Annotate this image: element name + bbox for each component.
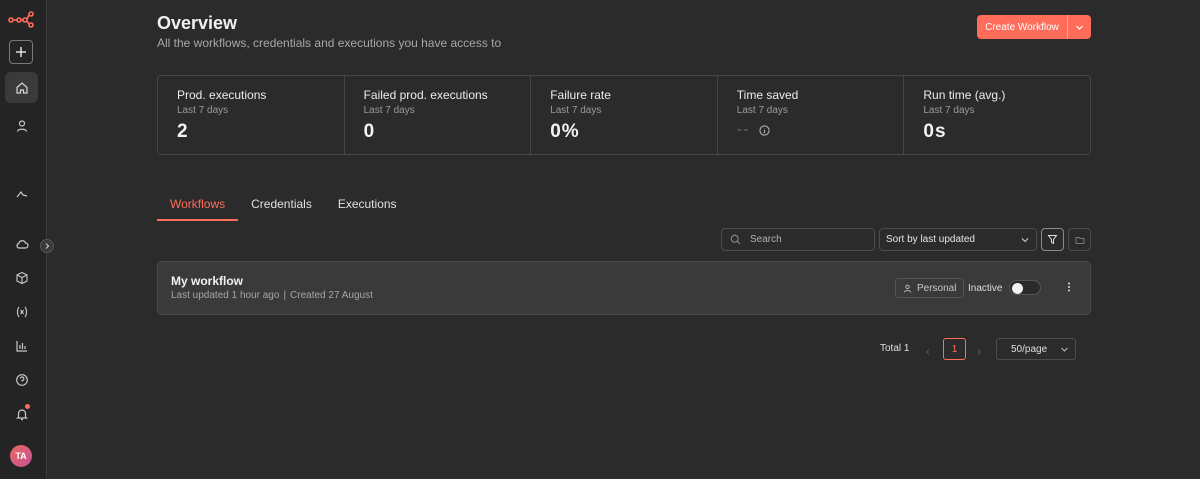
sidebar-item-help[interactable] bbox=[5, 364, 38, 395]
filter-icon bbox=[1047, 235, 1058, 245]
stat-label: Prod. executions bbox=[177, 88, 267, 102]
create-workflow-button[interactable]: Create Workflow bbox=[977, 15, 1067, 39]
info-icon[interactable] bbox=[759, 124, 771, 136]
tab-bar: Workflows Credentials Executions bbox=[157, 196, 410, 221]
prev-page-button[interactable] bbox=[924, 343, 934, 355]
tab-workflows[interactable]: Workflows bbox=[157, 196, 239, 221]
pagination-total: Total 1 bbox=[880, 343, 910, 354]
workflow-name[interactable]: My workflow bbox=[171, 274, 243, 288]
n8n-logo-icon[interactable] bbox=[8, 10, 34, 28]
stat-period: Last 7 days bbox=[363, 105, 415, 116]
cube-icon bbox=[15, 271, 28, 284]
user-icon bbox=[16, 119, 27, 132]
stat-prod-executions[interactable]: Prod. executions Last 7 days 2 bbox=[158, 76, 345, 154]
more-vertical-icon bbox=[1068, 282, 1070, 292]
search-input[interactable] bbox=[750, 234, 870, 245]
stat-value: 0% bbox=[550, 121, 580, 142]
page-title: Overview bbox=[157, 13, 238, 33]
notification-dot bbox=[25, 404, 30, 409]
page-subtitle: All the workflows, credentials and execu… bbox=[157, 36, 502, 50]
sidebar: TA bbox=[0, 0, 54, 479]
chevron-right-icon bbox=[977, 349, 982, 355]
chevron-down-icon bbox=[1076, 25, 1083, 30]
user-icon bbox=[903, 284, 912, 292]
tab-executions[interactable]: Executions bbox=[325, 196, 410, 221]
stat-run-time[interactable]: Run time (avg.) Last 7 days 0s bbox=[904, 76, 1090, 154]
plus-icon bbox=[16, 47, 26, 57]
chevron-down-icon bbox=[1021, 237, 1029, 242]
page-number-button[interactable]: 1 bbox=[943, 338, 966, 360]
sidebar-item-notifications[interactable] bbox=[5, 398, 38, 429]
stat-value: 2 bbox=[177, 121, 189, 142]
stat-period: Last 7 days bbox=[736, 105, 788, 116]
sort-select-value: Sort by last updated bbox=[886, 234, 975, 245]
meta-separator: | bbox=[283, 290, 287, 301]
toggle-knob bbox=[1012, 282, 1023, 294]
page-size-select[interactable]: 50/page bbox=[996, 338, 1076, 360]
sidebar-item-templates[interactable] bbox=[5, 178, 38, 209]
home-icon bbox=[15, 81, 28, 94]
chevron-right-icon bbox=[45, 243, 50, 249]
chevron-left-icon bbox=[925, 349, 930, 355]
stats-panel: Prod. executions Last 7 days 2 Failed pr… bbox=[157, 75, 1091, 155]
bar-chart-icon bbox=[15, 340, 27, 352]
stat-time-saved[interactable]: Time saved Last 7 days -- bbox=[718, 76, 905, 154]
new-folder-button[interactable] bbox=[1068, 228, 1091, 251]
stat-label: Time saved bbox=[736, 88, 799, 102]
sidebar-item-personal[interactable] bbox=[5, 110, 38, 141]
folder-icon bbox=[1075, 236, 1084, 244]
tab-credentials[interactable]: Credentials bbox=[238, 196, 325, 221]
workflow-meta: Last updated 1 hour ago | Created 27 Augus… bbox=[171, 290, 373, 301]
chart-line-icon bbox=[16, 190, 27, 197]
sidebar-item-cloud[interactable] bbox=[5, 228, 38, 259]
help-icon bbox=[15, 373, 28, 386]
stat-label: Failed prod. executions bbox=[363, 88, 488, 102]
owner-badge-label: Personal bbox=[917, 282, 957, 294]
stat-failure-rate[interactable]: Failure rate Last 7 days 0% bbox=[531, 76, 718, 154]
stat-value: -- bbox=[736, 121, 750, 138]
variable-icon bbox=[16, 306, 27, 317]
next-page-button[interactable] bbox=[975, 343, 985, 355]
avatar[interactable]: TA bbox=[10, 445, 32, 467]
add-button[interactable] bbox=[9, 40, 33, 64]
stat-value-wrapper: -- bbox=[737, 121, 885, 139]
sidebar-item-cube[interactable] bbox=[5, 262, 38, 293]
stat-label: Run time (avg.) bbox=[923, 88, 1006, 102]
collapse-sidebar-button[interactable] bbox=[40, 239, 54, 253]
sidebar-item-variables[interactable] bbox=[5, 296, 38, 327]
workflow-card[interactable]: My workflow Last updated 1 hour ago | Crea… bbox=[157, 261, 1091, 315]
workflow-actions-button[interactable] bbox=[1062, 280, 1076, 294]
owner-badge: Personal bbox=[895, 278, 965, 298]
sidebar-item-insights[interactable] bbox=[5, 330, 38, 361]
create-options-button[interactable] bbox=[1067, 15, 1091, 39]
page-size-value: 50/page bbox=[1011, 343, 1048, 355]
sort-select[interactable]: Sort by last updated bbox=[879, 228, 1037, 251]
stat-failed-executions[interactable]: Failed prod. executions Last 7 days 0 bbox=[345, 76, 532, 154]
create-workflow-split-button: Create Workflow bbox=[977, 15, 1091, 39]
workflow-status: Inactive bbox=[968, 283, 1003, 294]
stat-value: 0 bbox=[363, 121, 376, 142]
search-box bbox=[721, 228, 875, 251]
stat-period: Last 7 days bbox=[923, 105, 975, 116]
stat-period: Last 7 days bbox=[550, 105, 602, 116]
workflow-updated: Last updated 1 hour ago bbox=[171, 290, 280, 301]
stat-period: Last 7 days bbox=[177, 105, 229, 116]
active-toggle[interactable] bbox=[1009, 280, 1041, 295]
filter-button[interactable] bbox=[1041, 228, 1064, 251]
stat-label: Failure rate bbox=[550, 88, 611, 102]
cloud-icon bbox=[16, 239, 29, 249]
stat-value: 0s bbox=[923, 121, 947, 142]
chevron-down-icon bbox=[1061, 347, 1068, 352]
workflow-created: Created 27 August bbox=[290, 290, 373, 301]
sidebar-item-overview[interactable] bbox=[5, 72, 38, 103]
search-icon bbox=[730, 234, 741, 245]
